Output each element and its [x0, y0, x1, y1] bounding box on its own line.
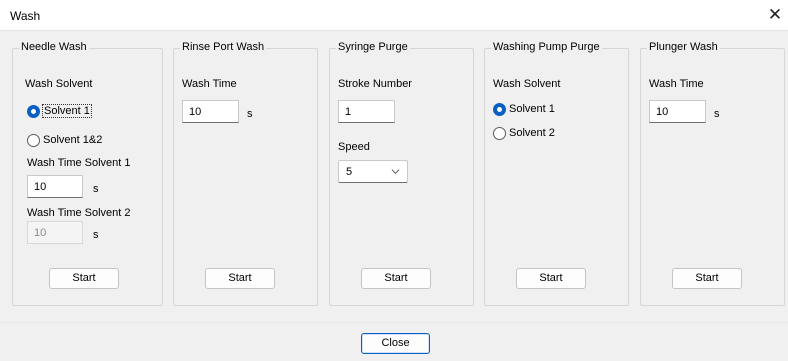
wash-time-solvent1-input[interactable]: 10	[27, 175, 83, 198]
wash-time-solvent2-input: 10	[27, 221, 83, 244]
washing-pump-purge-start-button[interactable]: Start	[516, 268, 586, 289]
radio-checked-icon	[27, 104, 40, 118]
wash-time-label: Wash Time	[649, 78, 704, 90]
speed-label: Speed	[338, 141, 370, 153]
washing-pump-purge-title: Washing Pump Purge	[491, 41, 602, 53]
radio-unchecked-icon	[27, 133, 40, 147]
wash-solvent-label: Wash Solvent	[25, 78, 93, 90]
syringe-purge-group: Syringe Purge Stroke Number 1 Speed 5 St…	[329, 41, 474, 306]
radio-pump-solvent-2[interactable]: Solvent 2	[493, 125, 555, 141]
radio-pump-solvent-2-label: Solvent 2	[509, 127, 555, 139]
radio-checked-icon	[493, 102, 506, 116]
syringe-purge-title: Syringe Purge	[336, 41, 410, 53]
wash-solvent-label: Wash Solvent	[493, 78, 561, 90]
radio-pump-solvent-1[interactable]: Solvent 1	[493, 101, 555, 117]
plunger-wash-start-button[interactable]: Start	[672, 268, 742, 289]
footer-divider	[0, 322, 788, 323]
plunger-wash-group: Plunger Wash Wash Time 10 s Start	[640, 41, 785, 306]
rinse-port-wash-title: Rinse Port Wash	[180, 41, 267, 53]
needle-wash-title: Needle Wash	[19, 41, 89, 53]
wash-time-label: Wash Time	[182, 78, 237, 90]
washing-pump-purge-group: Washing Pump Purge Wash Solvent Solvent …	[484, 41, 629, 306]
radio-pump-solvent-1-label: Solvent 1	[509, 103, 555, 115]
radio-needle-solvent-1-2-label: Solvent 1&2	[43, 134, 103, 146]
rinse-port-wash-start-button[interactable]: Start	[205, 268, 275, 289]
radio-unchecked-icon	[493, 126, 506, 140]
rinse-wash-time-input[interactable]: 10	[182, 100, 239, 123]
wash-time-solvent2-label: Wash Time Solvent 2	[27, 207, 131, 219]
unit-seconds: s	[714, 108, 720, 120]
stroke-number-input[interactable]: 1	[338, 100, 395, 123]
needle-wash-start-button[interactable]: Start	[49, 268, 119, 289]
title-bar: Wash ✕	[0, 0, 788, 31]
unit-seconds: s	[93, 229, 99, 241]
unit-seconds: s	[247, 108, 253, 120]
unit-seconds: s	[93, 183, 99, 195]
plunger-wash-time-input[interactable]: 10	[649, 100, 706, 123]
wash-time-solvent1-label: Wash Time Solvent 1	[27, 157, 131, 169]
speed-select-value: 5	[346, 166, 353, 178]
window-title: Wash	[10, 9, 41, 23]
needle-wash-group: Needle Wash Wash Solvent Solvent 1 Solve…	[12, 41, 163, 306]
stroke-number-label: Stroke Number	[338, 78, 412, 90]
rinse-port-wash-group: Rinse Port Wash Wash Time 10 s Start	[173, 41, 318, 306]
plunger-wash-title: Plunger Wash	[647, 41, 720, 53]
speed-select[interactable]: 5	[338, 160, 408, 183]
close-button[interactable]: Close	[361, 333, 430, 354]
chevron-down-icon	[391, 169, 400, 175]
syringe-purge-start-button[interactable]: Start	[361, 268, 431, 289]
radio-needle-solvent-1[interactable]: Solvent 1	[27, 103, 92, 119]
close-icon[interactable]: ✕	[764, 4, 786, 26]
radio-needle-solvent-1-label: Solvent 1	[42, 104, 92, 118]
radio-needle-solvent-1-2[interactable]: Solvent 1&2	[27, 132, 102, 148]
